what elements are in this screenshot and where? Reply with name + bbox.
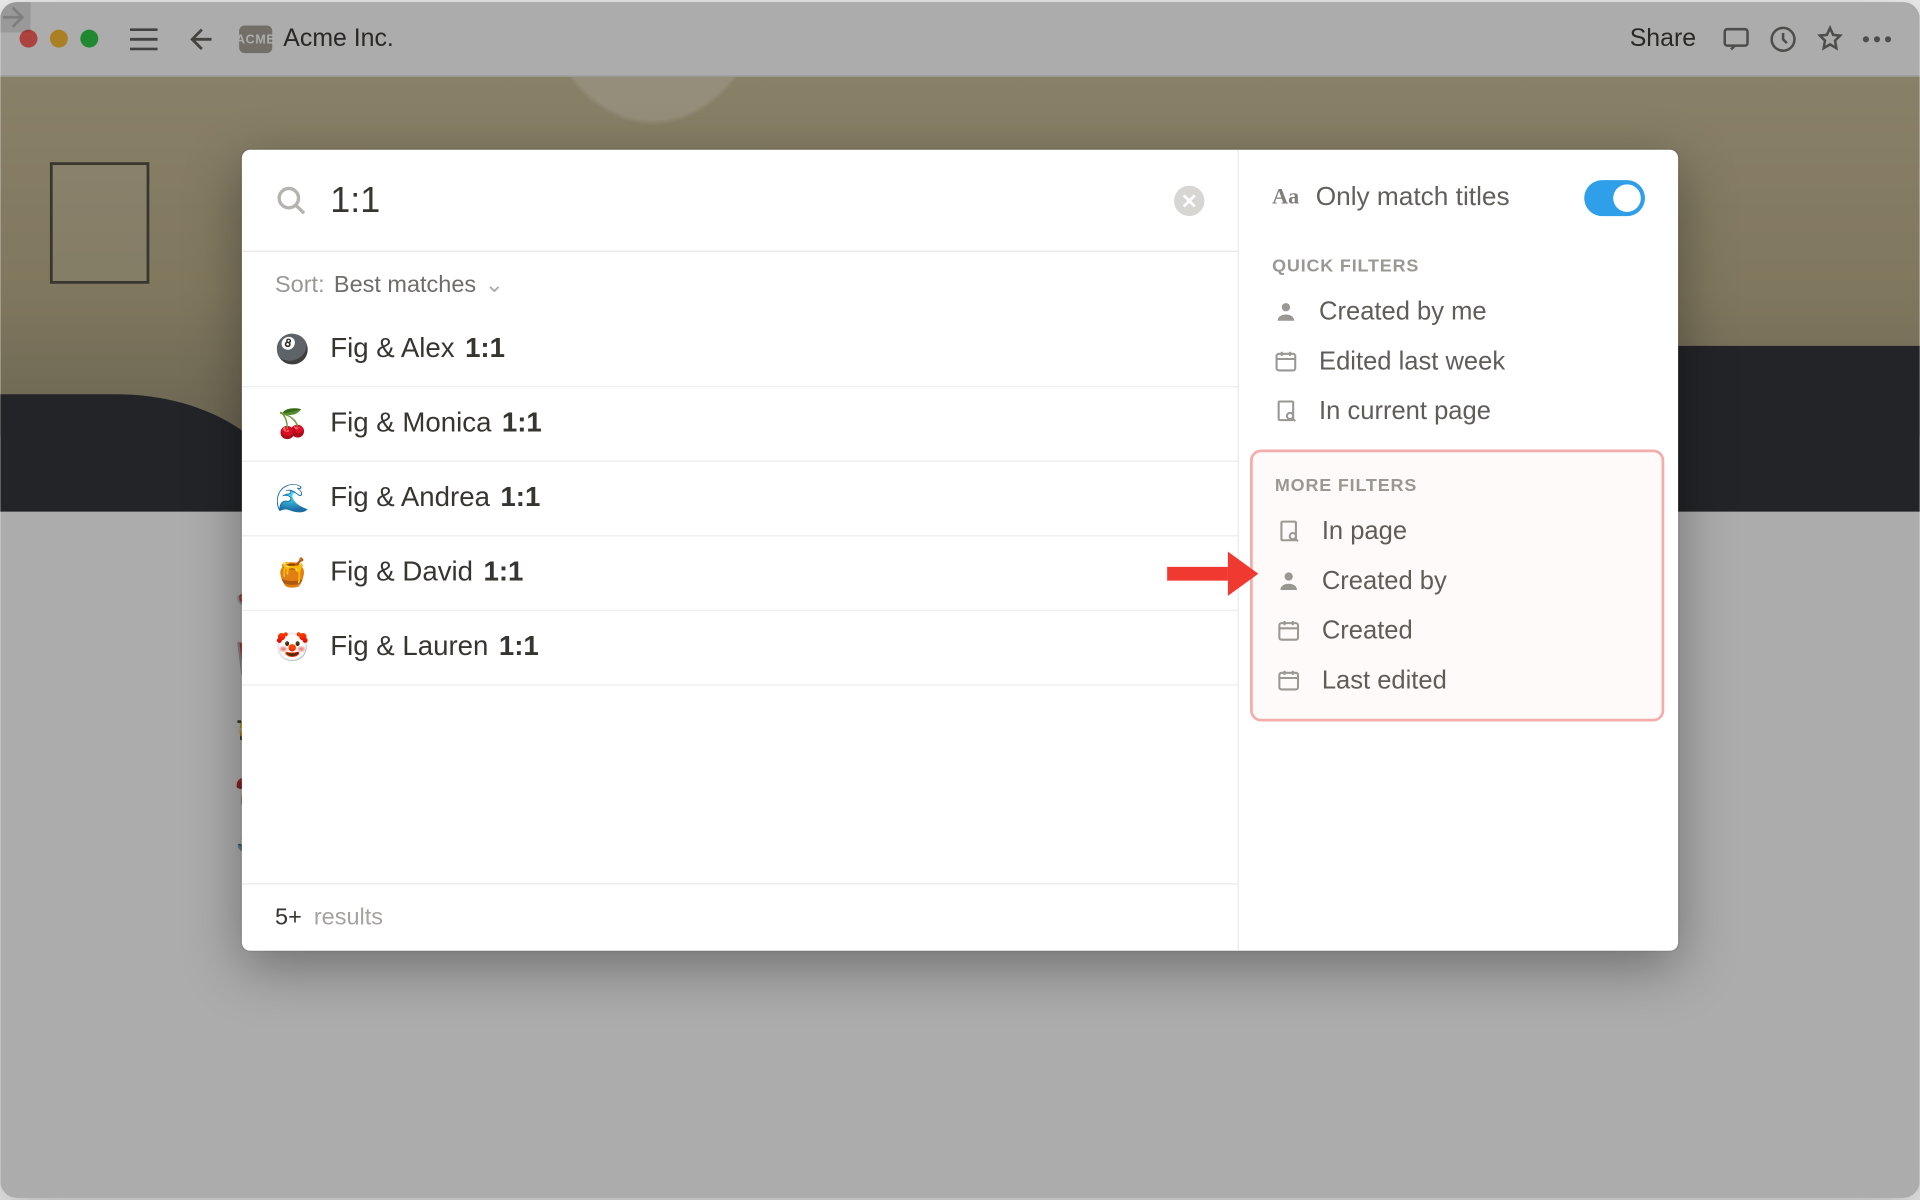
search-result[interactable]: 🌊 Fig & Andrea 1:1 [242,462,1238,537]
result-emoji: 🍯 [275,556,308,591]
person-icon [1275,568,1303,593]
search-result[interactable]: 🎱 Fig & Alex 1:1 [242,313,1238,388]
result-emoji: 🌊 [275,481,308,516]
quick-filters-header: QUICK FILTERS [1239,241,1678,287]
filter-created-by[interactable]: Created by [1253,556,1662,606]
result-suffix: 1:1 [483,557,523,587]
more-filters-header: MORE FILTERS [1253,461,1662,507]
filter-edited-last-week[interactable]: Edited last week [1239,336,1678,386]
result-suffix: 1:1 [502,408,542,438]
result-emoji: 🎱 [275,332,308,367]
result-name: Fig & Lauren [330,632,496,662]
page-icon [1275,519,1303,544]
match-titles-toggle[interactable] [1584,180,1645,216]
filter-label: In current page [1319,396,1491,426]
calendar-icon [1275,668,1303,693]
search-result[interactable]: 🍒 Fig & Monica 1:1 [242,387,1238,462]
sort-row: Sort: Best matches⌄ [242,252,1238,313]
filter-created-by-me[interactable]: Created by me [1239,287,1678,337]
sort-label: Sort: [275,271,325,297]
results-count: 5+ [275,904,302,930]
clear-search-icon[interactable] [1174,185,1204,215]
result-emoji: 🍒 [275,407,308,442]
sort-select[interactable]: Best matches⌄ [334,271,504,297]
results-label: results [314,904,383,930]
results-list: 🎱 Fig & Alex 1:1 🍒 Fig & Monica 1:1 🌊 Fig & A… [242,313,1238,883]
person-icon [1272,299,1300,324]
result-name: Fig & Andrea [330,483,497,513]
search-row [242,150,1238,252]
filter-label: In page [1322,516,1407,546]
filter-in-current-page[interactable]: In current page [1239,386,1678,436]
result-suffix: 1:1 [499,632,539,662]
filter-created[interactable]: Created [1253,606,1662,656]
results-footer: 5+ results [242,883,1238,951]
result-name: Fig & Alex [330,333,462,363]
search-result[interactable]: 🍯 Fig & David 1:1 [242,536,1238,611]
result-suffix: 1:1 [500,483,540,513]
filter-label: Created by [1322,565,1447,595]
match-titles-label: Only match titles [1316,183,1585,213]
filter-label: Last edited [1322,665,1447,695]
chevron-down-icon: ⌄ [484,271,504,299]
calendar-icon [1272,349,1300,374]
more-filters-box: MORE FILTERS In page Created by Created Las… [1250,449,1664,721]
result-suffix: 1:1 [465,333,505,363]
search-result[interactable]: 🤡 Fig & Lauren 1:1 [242,611,1238,686]
search-modal: Sort: Best matches⌄ 🎱 Fig & Alex 1:1 🍒 Fig … [242,150,1678,951]
filter-last-edited[interactable]: Last edited [1253,655,1662,705]
filter-label: Edited last week [1319,346,1505,376]
search-icon [275,184,308,217]
calendar-icon [1275,618,1303,643]
filter-label: Created [1322,615,1413,645]
search-input[interactable] [330,179,1174,222]
match-titles-row: Aa Only match titles [1239,180,1678,241]
filter-in-page[interactable]: In page [1253,506,1662,556]
result-name: Fig & Monica [330,408,499,438]
result-name: Fig & David [330,557,480,587]
text-format-icon: Aa [1272,186,1299,211]
result-emoji: 🤡 [275,630,308,665]
filter-label: Created by me [1319,296,1487,326]
page-icon [1272,398,1300,423]
